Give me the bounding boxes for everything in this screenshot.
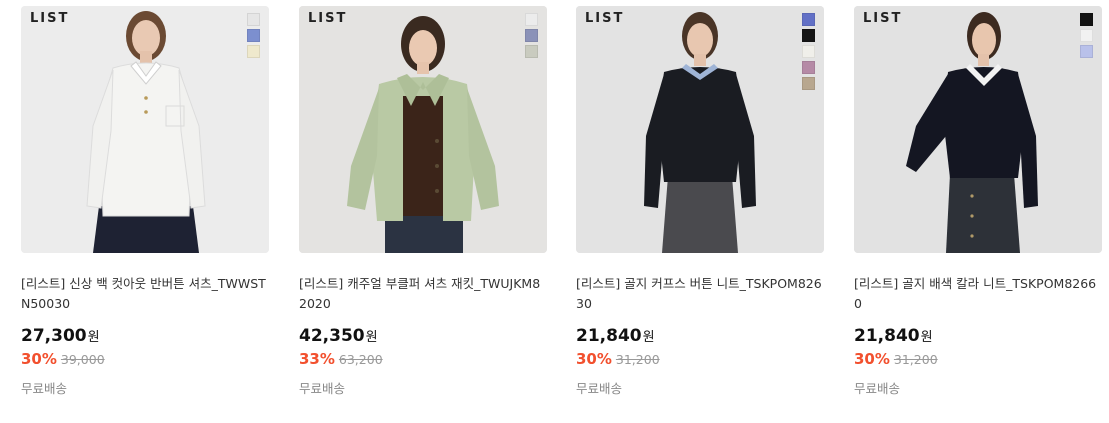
discount-row: 30% 39,000 [21,350,269,370]
currency-unit: 원 [642,330,655,345]
model-photo [299,6,547,253]
discount-row: 33% 63,200 [299,350,547,370]
sale-price: 21,840 [854,326,920,346]
currency-unit: 원 [87,330,100,345]
model-photo [576,6,824,253]
brand-logo: LIST [308,11,348,26]
product-title[interactable]: [리스트] 캐주얼 부클퍼 셔츠 재킷_TWUJKM82020 [299,274,547,314]
brand-logo: LIST [30,11,70,26]
free-shipping-label: 무료배송 [299,381,346,396]
product-image[interactable]: LIST [21,6,269,253]
product-card[interactable]: LIST [리스트] 신상 백 컷아웃 반버튼 셔츠_TWWSTN50030 2… [21,6,269,406]
color-swatch[interactable] [525,29,538,42]
color-swatch[interactable] [247,13,260,26]
original-price: 31,200 [615,352,660,367]
model-photo [854,6,1102,253]
price-row: 42,350원 [299,326,547,348]
price-row: 21,840원 [576,326,824,348]
color-swatch[interactable] [802,61,815,74]
discount-rate: 30% [576,350,612,368]
original-price: 31,200 [893,352,938,367]
currency-unit: 원 [365,330,378,345]
product-image[interactable]: LIST [854,6,1102,253]
color-swatch[interactable] [525,13,538,26]
color-swatches [247,13,260,58]
color-swatch[interactable] [1080,29,1093,42]
sale-price: 42,350 [299,326,365,346]
sale-price: 27,300 [21,326,87,346]
product-card[interactable]: LIST [리스트] 골지 커프스 버튼 니트_TSKPOM82630 21,8… [576,6,824,406]
discount-rate: 30% [854,350,890,368]
color-swatch[interactable] [247,29,260,42]
brand-logo: LIST [863,11,903,26]
currency-unit: 원 [920,330,933,345]
discount-rate: 30% [21,350,57,368]
product-image[interactable]: LIST [299,6,547,253]
original-price: 39,000 [60,352,105,367]
product-image[interactable]: LIST [576,6,824,253]
price-row: 27,300원 [21,326,269,348]
color-swatches [525,13,538,58]
free-shipping-label: 무료배송 [21,381,68,396]
discount-row: 30% 31,200 [576,350,824,370]
product-grid: LIST [리스트] 신상 백 컷아웃 반버튼 셔츠_TWWSTN50030 2… [0,0,1109,423]
product-card[interactable]: LIST [리스트] 캐주얼 부클퍼 셔츠 재킷_TWUJKM82020 42,… [299,6,547,406]
color-swatch[interactable] [802,45,815,58]
color-swatch[interactable] [525,45,538,58]
model-photo [21,6,269,253]
color-swatch[interactable] [802,29,815,42]
price-row: 21,840원 [854,326,1102,348]
sale-price: 21,840 [576,326,642,346]
color-swatch[interactable] [1080,13,1093,26]
discount-rate: 33% [299,350,335,368]
color-swatch[interactable] [247,45,260,58]
brand-logo: LIST [585,11,625,26]
product-card[interactable]: LIST [리스트] 골지 배색 칼라 니트_TSKPOM82660 21,84… [854,6,1102,406]
product-title[interactable]: [리스트] 골지 커프스 버튼 니트_TSKPOM82630 [576,274,824,314]
free-shipping-label: 무료배송 [576,381,623,396]
discount-row: 30% 31,200 [854,350,1102,370]
color-swatches [1080,13,1093,58]
product-title[interactable]: [리스트] 신상 백 컷아웃 반버튼 셔츠_TWWSTN50030 [21,274,269,314]
color-swatch[interactable] [1080,45,1093,58]
color-swatch[interactable] [802,77,815,90]
product-title[interactable]: [리스트] 골지 배색 칼라 니트_TSKPOM82660 [854,274,1102,314]
free-shipping-label: 무료배송 [854,381,901,396]
color-swatch[interactable] [802,13,815,26]
color-swatches [802,13,815,90]
original-price: 63,200 [338,352,383,367]
